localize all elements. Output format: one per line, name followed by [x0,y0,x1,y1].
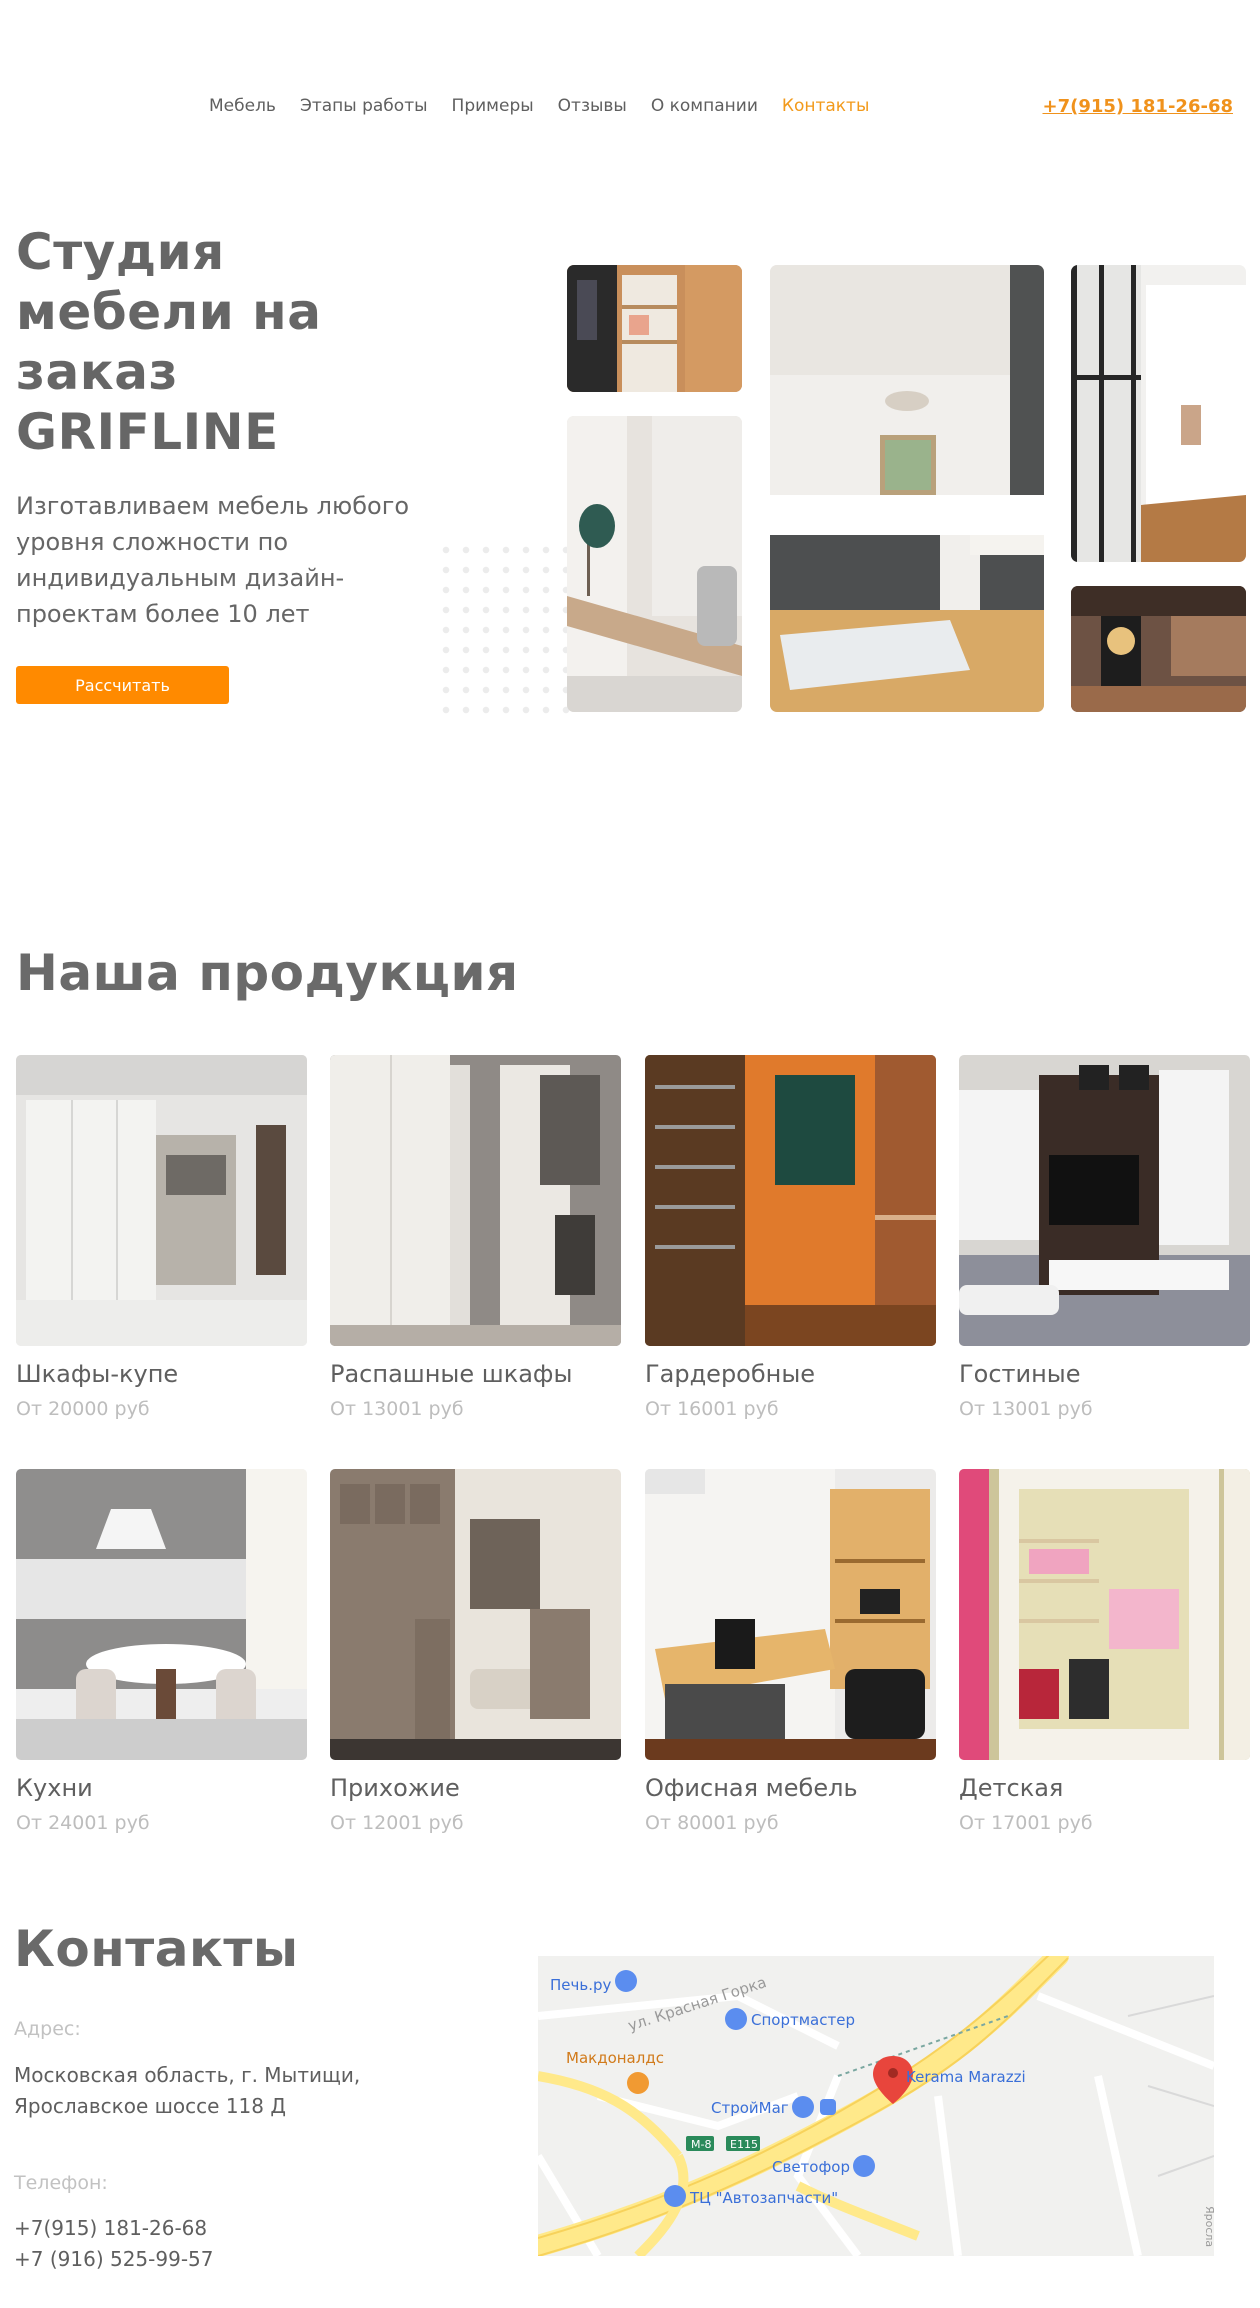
svg-text:M-8: M-8 [691,2138,711,2151]
svg-text:ТЦ "Автозапчасти": ТЦ "Автозапчасти" [689,2189,838,2207]
svg-text:Макдоналдс: Макдоналдс [566,2049,664,2067]
product-price: От 80001 руб [645,1812,779,1834]
product-price: От 24001 руб [16,1812,150,1834]
svg-text:Спортмастер: Спортмастер [751,2011,855,2029]
product-card-office-furniture[interactable]: Офисная мебель От 80001 руб [645,1469,936,1834]
product-image [330,1055,621,1346]
product-name: Офисная мебель [645,1774,858,1802]
product-card-living-rooms[interactable]: Гостиные От 13001 руб [959,1055,1250,1420]
calculate-button[interactable]: Рассчитать [16,666,229,704]
product-price: От 17001 руб [959,1812,1093,1834]
products-title: Наша продукция [16,944,519,1002]
hero-image-wardrobe-shelves [567,265,742,392]
product-card-hinged-wardrobes[interactable]: Распашные шкафы От 13001 руб [330,1055,621,1420]
phone-label: Телефон: [14,2172,108,2194]
product-card-kids-room[interactable]: Детская От 17001 руб [959,1469,1250,1834]
product-name: Гардеробные [645,1360,816,1388]
phone-link-1[interactable]: +7(915) 181-26-68 [14,2213,434,2244]
address-label: Адрес: [14,2018,81,2040]
product-card-hallways[interactable]: Прихожие От 12001 руб [330,1469,621,1834]
hero-title: Студия мебели на заказ GRIFLINE [16,223,322,461]
hero-image-dining [567,416,742,712]
product-price: От 12001 руб [330,1812,464,1834]
location-map[interactable]: Печь.ру ул. Красная Горка Спортмастер Ма… [538,1956,1214,2256]
decorative-dots [436,540,576,720]
hero-image-dressing-room [1071,586,1246,712]
nav-item-stages[interactable]: Этапы работы [300,96,428,116]
nav-item-about[interactable]: О компании [651,96,758,116]
hero-subtitle: Изготавливаем мебель любого уровня сложн… [16,492,409,628]
product-card-walk-in-closets[interactable]: Гардеробные От 16001 руб [645,1055,936,1420]
phone-link-2[interactable]: +7 (916) 525-99-57 [14,2244,434,2275]
main-nav: Мебель Этапы работы Примеры Отзывы О ком… [209,96,869,116]
contacts-title: Контакты [14,1920,299,1978]
map-poi-svetofor[interactable]: Светофор [772,2155,875,2177]
nav-item-reviews[interactable]: Отзывы [558,96,627,116]
map-edge-label: Яросла [1203,2206,1214,2247]
nav-item-furniture[interactable]: Мебель [209,96,276,116]
svg-text:Kerama Marazzi: Kerama Marazzi [906,2068,1026,2086]
header-phone-link[interactable]: +7(915) 181-26-68 [1042,96,1233,117]
hero-image-kitchen [770,265,1044,712]
product-image [330,1469,621,1760]
product-image [645,1055,936,1346]
address-value: Московская область, г. Мытищи, Ярославск… [14,2063,361,2118]
product-name: Шкафы-купе [16,1360,179,1388]
product-price: От 13001 руб [330,1398,464,1420]
product-image [959,1469,1250,1760]
product-name: Распашные шкафы [330,1360,573,1388]
product-image [16,1469,307,1760]
map-poi-avtozapchasti[interactable]: ТЦ "Автозапчасти" [664,2185,838,2207]
product-image [959,1055,1250,1346]
product-price: От 16001 руб [645,1398,779,1420]
product-image [645,1469,936,1760]
product-name: Гостиные [959,1360,1081,1388]
hero-image-glass-wardrobe [1071,265,1246,562]
svg-text:СтройМаг: СтройМаг [711,2099,789,2117]
product-name: Прихожие [330,1774,460,1802]
product-price: От 13001 руб [959,1398,1093,1420]
product-card-kitchens[interactable]: Кухни От 24001 руб [16,1469,307,1834]
nav-item-examples[interactable]: Примеры [452,96,534,116]
product-name: Кухни [16,1774,93,1802]
product-price: От 20000 руб [16,1398,150,1420]
svg-text:E115: E115 [730,2138,758,2151]
svg-text:Печь.ру: Печь.ру [550,1976,612,1994]
product-card-sliding-wardrobes[interactable]: Шкафы-купе От 20000 руб [16,1055,307,1420]
svg-text:Светофор: Светофор [772,2158,850,2176]
nav-item-contacts[interactable]: Контакты [782,96,870,116]
product-image [16,1055,307,1346]
product-name: Детская [959,1774,1064,1802]
